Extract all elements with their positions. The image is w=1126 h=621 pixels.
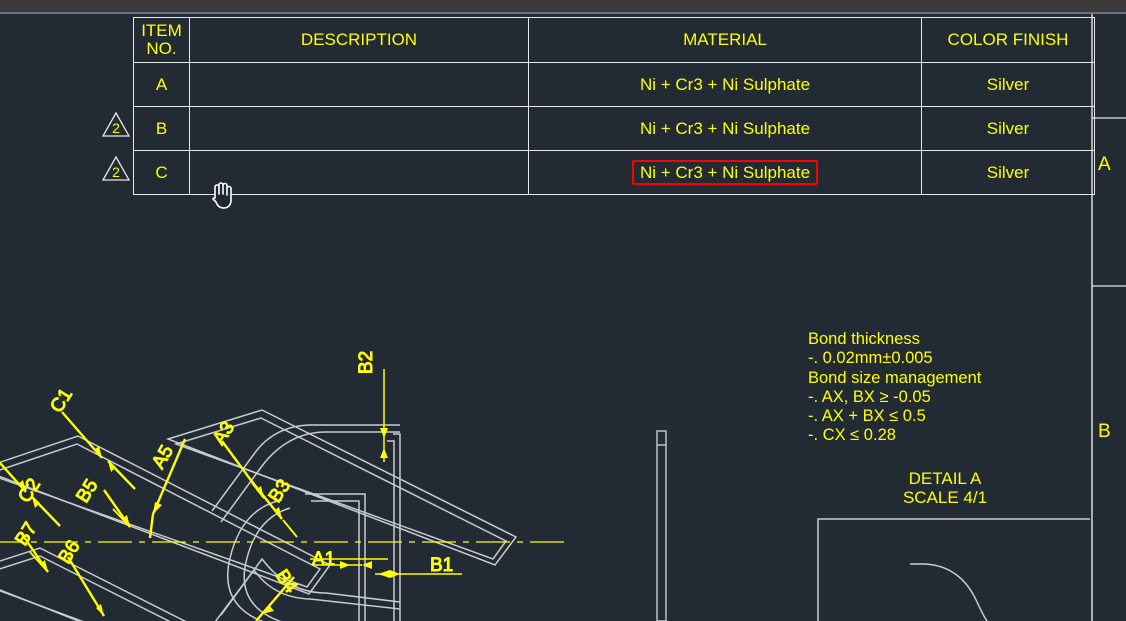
dim-label-c1: C1 <box>46 385 77 417</box>
svg-text:2: 2 <box>112 120 120 136</box>
dim-label-b5: B5 <box>72 476 102 507</box>
dim-label-b4: B4 <box>271 566 302 597</box>
bond-notes-block: Bond thickness -. 0.02mm±0.005 Bond size… <box>808 330 981 446</box>
revision-triangle-icon-row-c[interactable]: 2 <box>101 155 131 182</box>
dimension-c2: C2 <box>0 461 61 527</box>
cell-color-finish[interactable]: Silver <box>921 106 1095 151</box>
note-line: -. 0.02mm±0.005 <box>808 349 933 368</box>
dim-label-b7: B7 <box>11 519 41 550</box>
dimension-a1: A1 <box>310 549 388 571</box>
zone-marker-a: A <box>1098 154 1111 175</box>
material-text-highlighted: Ni + Cr3 + Ni Sulphate <box>631 159 819 186</box>
cell-color-finish[interactable]: Silver <box>921 150 1095 195</box>
dimension-a5: A5 <box>148 438 187 539</box>
table-row[interactable]: A Ni + Cr3 + Ni Sulphate Silver <box>133 62 1095 107</box>
note-line: Bond size management <box>808 368 982 387</box>
cell-color-finish[interactable]: Silver <box>921 62 1095 107</box>
dim-label-a3: A3 <box>209 418 239 449</box>
note-line: -. AX, BX ≥ -0.05 <box>808 387 931 406</box>
cell-item-no[interactable]: C <box>133 150 190 195</box>
dimension-b1: B1 <box>375 555 462 578</box>
note-line: -. CX ≤ 0.28 <box>808 426 896 445</box>
header-item-no-line1: ITEM <box>141 21 182 41</box>
dimension-a3: A3 <box>208 417 265 499</box>
cell-item-no[interactable]: A <box>133 62 190 107</box>
cell-description[interactable] <box>189 150 529 195</box>
note-line: -. AX + BX ≤ 0.5 <box>808 407 926 426</box>
material-text: Ni + Cr3 + Ni Sulphate <box>639 74 811 94</box>
dimension-b2: B2 <box>356 350 388 462</box>
table-row[interactable]: C Ni + Cr3 + Ni Sulphate Silver <box>133 150 1095 195</box>
dim-label-a5: A5 <box>148 442 178 473</box>
dimension-annotations: C1 C2 A5 B5 B7 B6 A3 B3 B4 A1 B1 B2 <box>0 350 462 621</box>
revision-triangle-icon-row-b[interactable]: 2 <box>101 111 131 138</box>
header-item-no: ITEM NO. <box>133 17 190 63</box>
dimension-b6: B6 <box>54 536 106 617</box>
dim-label-b6: B6 <box>54 537 84 568</box>
header-color-finish: COLOR FINISH <box>921 17 1095 63</box>
dim-label-c2: C2 <box>14 475 45 507</box>
detail-view-label: DETAIL A SCALE 4/1 <box>845 469 1045 507</box>
cell-material[interactable]: Ni + Cr3 + Ni Sulphate <box>528 150 922 195</box>
dim-label-b2: B2 <box>356 351 377 374</box>
cad-drawing-canvas[interactable]: ITEM NO. DESCRIPTION MATERIAL COLOR FINI… <box>0 14 1126 621</box>
material-table[interactable]: ITEM NO. DESCRIPTION MATERIAL COLOR FINI… <box>133 17 1095 195</box>
svg-text:2: 2 <box>112 164 120 180</box>
cad-application-window: ITEM NO. DESCRIPTION MATERIAL COLOR FINI… <box>0 0 1126 621</box>
sheet-border-frame <box>1091 14 1126 621</box>
main-view-outline <box>0 409 518 621</box>
material-text: Ni + Cr3 + Ni Sulphate <box>639 118 811 138</box>
cell-item-no[interactable]: B <box>133 106 190 151</box>
cell-description[interactable] <box>189 106 529 151</box>
dimension-b5: B5 <box>72 475 131 528</box>
detail-title: DETAIL A <box>908 469 982 488</box>
dim-label-a1: A1 <box>312 549 335 570</box>
detail-scale: SCALE 4/1 <box>902 488 988 507</box>
dim-label-b3: B3 <box>265 476 295 507</box>
cell-material[interactable]: Ni + Cr3 + Ni Sulphate <box>528 62 922 107</box>
header-material: MATERIAL <box>528 17 922 63</box>
zone-marker-b: B <box>1098 421 1111 442</box>
table-header-row: ITEM NO. DESCRIPTION MATERIAL COLOR FINI… <box>133 17 1095 63</box>
thin-section-view <box>656 430 667 621</box>
dimension-b4: B4 <box>255 566 302 621</box>
top-toolbar-strip <box>0 0 1126 12</box>
cell-description[interactable] <box>189 62 529 107</box>
note-line: Bond thickness <box>808 330 920 348</box>
header-item-no-line2: NO. <box>146 39 177 58</box>
dim-label-b1: B1 <box>430 555 453 576</box>
cell-material[interactable]: Ni + Cr3 + Ni Sulphate <box>528 106 922 151</box>
dimension-b3: B3 <box>249 475 298 538</box>
detail-a-view <box>817 518 1090 621</box>
header-description: DESCRIPTION <box>189 17 529 63</box>
table-row[interactable]: B Ni + Cr3 + Ni Sulphate Silver <box>133 106 1095 151</box>
dimension-c1: C1 <box>46 384 136 490</box>
dimension-b7: B7 <box>11 518 49 573</box>
